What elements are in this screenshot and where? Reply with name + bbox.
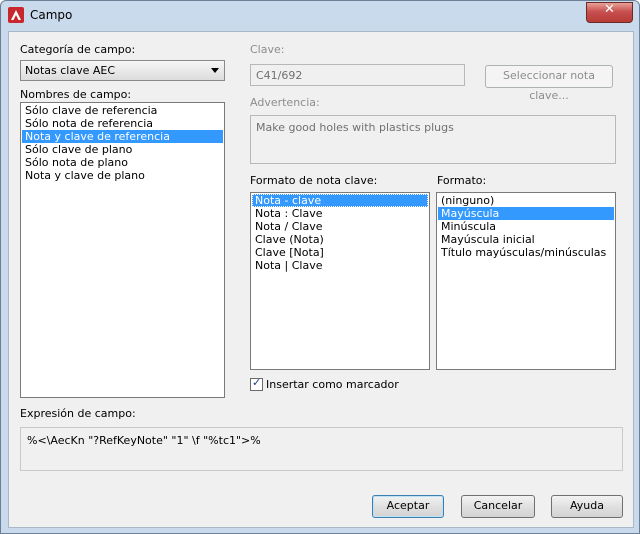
field-expression-label: Expresión de campo: xyxy=(20,407,136,420)
insert-placeholder-checkbox[interactable]: ✓ xyxy=(250,376,263,391)
key-value: C41/692 xyxy=(256,69,303,82)
accept-button[interactable]: Aceptar xyxy=(372,495,444,518)
list-item[interactable]: Mayúscula inicial xyxy=(438,233,614,246)
list-item-selected[interactable]: Mayúscula xyxy=(438,207,614,220)
keynote-format-label: Formato de nota clave: xyxy=(250,174,378,187)
list-item[interactable]: Sólo clave de referencia xyxy=(22,104,223,117)
category-dropdown[interactable]: Notas clave AEC xyxy=(20,60,225,81)
list-item-selected[interactable]: Nota - clave xyxy=(252,194,428,207)
field-expression-box[interactable]: %<\AecKn "?RefKeyNote" "1" \f "%tc1">% xyxy=(20,427,623,471)
key-field[interactable]: C41/692 xyxy=(250,64,465,86)
category-label: Categoría de campo: xyxy=(20,43,136,56)
keynote-format-list[interactable]: Nota - clave Nota : Clave Nota / Clave C… xyxy=(250,192,430,370)
format-label: Formato: xyxy=(437,174,487,187)
cancel-button[interactable]: Cancelar xyxy=(461,495,535,518)
field-names-label: Nombres de campo: xyxy=(20,88,132,101)
window-title: Campo xyxy=(30,8,73,22)
close-button[interactable]: ✕ xyxy=(586,2,633,23)
list-item[interactable]: Nota / Clave xyxy=(252,220,428,233)
list-item[interactable]: Sólo clave de plano xyxy=(22,143,223,156)
list-item[interactable]: (ninguno) xyxy=(438,194,614,207)
insert-placeholder-label[interactable]: Insertar como marcador xyxy=(266,378,399,391)
list-item[interactable]: Nota y clave de plano xyxy=(22,169,223,182)
key-label: Clave: xyxy=(250,43,285,56)
list-item[interactable]: Sólo nota de plano xyxy=(22,156,223,169)
title-bar[interactable]: Campo ✕ xyxy=(1,1,639,29)
list-item[interactable]: Nota | Clave xyxy=(252,259,428,272)
list-item-selected[interactable]: Nota y clave de referencia xyxy=(22,130,223,143)
close-icon: ✕ xyxy=(604,2,615,17)
autocad-logo-icon xyxy=(8,7,24,23)
warning-label: Advertencia: xyxy=(250,96,320,109)
select-keynote-button[interactable]: Seleccionar nota clave... xyxy=(485,65,613,102)
list-item[interactable]: Clave [Nota] xyxy=(252,246,428,259)
help-button[interactable]: Ayuda xyxy=(551,495,623,518)
list-item[interactable]: Minúscula xyxy=(438,220,614,233)
dialog-body: Categoría de campo: Notas clave AEC Nomb… xyxy=(8,31,634,528)
list-item[interactable]: Clave (Nota) xyxy=(252,233,428,246)
checkmark-icon: ✓ xyxy=(252,376,262,389)
category-selected-value: Notas clave AEC xyxy=(25,64,116,77)
warning-value: Make good holes with plastics plugs xyxy=(256,121,454,134)
warning-field[interactable]: Make good holes with plastics plugs xyxy=(250,115,616,164)
field-expression-value: %<\AecKn "?RefKeyNote" "1" \f "%tc1">% xyxy=(27,434,261,447)
field-dialog: Campo ✕ Categoría de campo: Notas clave … xyxy=(0,0,640,534)
field-names-list[interactable]: Sólo clave de referencia Sólo nota de re… xyxy=(20,102,225,398)
list-item[interactable]: Nota : Clave xyxy=(252,207,428,220)
chevron-down-icon xyxy=(211,68,219,73)
list-item[interactable]: Título mayúsculas/minúsculas xyxy=(438,246,614,259)
list-item[interactable]: Sólo nota de referencia xyxy=(22,117,223,130)
format-list[interactable]: (ninguno) Mayúscula Minúscula Mayúscula … xyxy=(436,192,616,370)
